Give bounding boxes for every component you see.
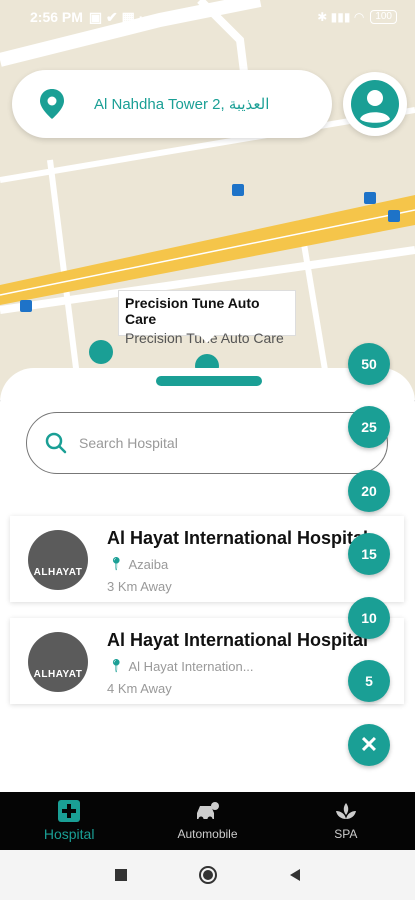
recents-icon[interactable] [114, 868, 128, 882]
status-bar: 2:56 PM ▣ ✔ ▦ ··· ✱ ▮▮▮ ◠ 100 [0, 0, 415, 34]
hospital-location-text: Al Hayat Internation... [128, 658, 254, 674]
hospital-distance: 4 Km Away [107, 681, 172, 696]
hospital-logo: ALHAYAT [28, 632, 88, 692]
close-radius-button[interactable]: ✕ [348, 724, 390, 766]
profile-button[interactable] [343, 72, 407, 136]
bottom-tab-bar: Hospital Automobile SPA [0, 792, 415, 850]
sheet-drag-handle[interactable] [156, 376, 262, 386]
hospital-distance: 3 Km Away [107, 579, 172, 594]
hospital-logo-text: ALHAYAT [33, 567, 83, 578]
tab-hospital-label: Hospital [43, 826, 95, 842]
home-icon[interactable] [198, 865, 218, 885]
car-icon [197, 802, 220, 822]
radius-20-button[interactable]: 20 [348, 470, 390, 512]
radius-10-button[interactable]: 10 [348, 597, 390, 639]
signal-icons: ✱ ▮▮▮ ◠ [317, 10, 365, 24]
tab-spa-label: SPA [334, 827, 358, 841]
map-marker-tooltip[interactable]: Precision Tune Auto Care Precision Tune … [118, 290, 296, 346]
tab-hospital[interactable]: Hospital [0, 792, 138, 850]
hospital-location: 📍︎ Al Hayat Internation... [108, 658, 254, 674]
search-placeholder: Search Hospital [79, 435, 178, 451]
hospital-logo: ALHAYAT [28, 530, 88, 590]
location-pin-icon: 📍︎ [108, 556, 125, 571]
radius-5-button[interactable]: 5 [348, 660, 390, 702]
tab-automobile[interactable]: Automobile [138, 792, 276, 850]
hospital-icon [58, 800, 81, 822]
hospital-location: 📍︎ Azaiba [108, 556, 168, 572]
back-icon[interactable] [288, 868, 302, 882]
tab-automobile-label: Automobile [177, 827, 238, 841]
hospital-logo-text: ALHAYAT [33, 669, 83, 680]
system-navigation-bar [0, 850, 415, 900]
search-icon [45, 432, 67, 454]
hospital-location-text: Azaiba [128, 556, 169, 572]
status-time: 2:56 PM [30, 9, 83, 25]
tooltip-subtitle: Precision Tune Auto Care [125, 330, 284, 346]
battery-icon: 100 [370, 10, 397, 24]
user-avatar-icon [351, 80, 399, 128]
location-pin-icon [40, 89, 64, 119]
hospital-name: Al Hayat International Hospital [107, 528, 369, 548]
location-selector[interactable]: Al Nahdha Tower 2, العذيبة [12, 70, 332, 138]
spa-icon [335, 803, 356, 819]
radius-15-button[interactable]: 15 [348, 533, 390, 575]
hospital-card[interactable]: ALHAYAT Al Hayat International Hospital … [10, 618, 404, 704]
location-pin-icon: 📍︎ [108, 658, 125, 673]
search-hospital-input[interactable]: Search Hospital [26, 412, 388, 474]
hospital-name: Al Hayat International Hospital [107, 630, 369, 650]
close-icon: ✕ [359, 732, 379, 757]
radius-25-button[interactable]: 25 [348, 406, 390, 448]
hospital-card[interactable]: ALHAYAT Al Hayat International Hospital … [10, 516, 404, 602]
tab-spa[interactable]: SPA [277, 792, 415, 850]
radius-50-button[interactable]: 50 [348, 343, 390, 385]
notification-icons: ▣ ✔ ▦ ··· [88, 8, 153, 25]
location-text: Al Nahdha Tower 2, العذيبة [94, 96, 270, 113]
tooltip-title: Precision Tune Auto Care [125, 295, 260, 327]
